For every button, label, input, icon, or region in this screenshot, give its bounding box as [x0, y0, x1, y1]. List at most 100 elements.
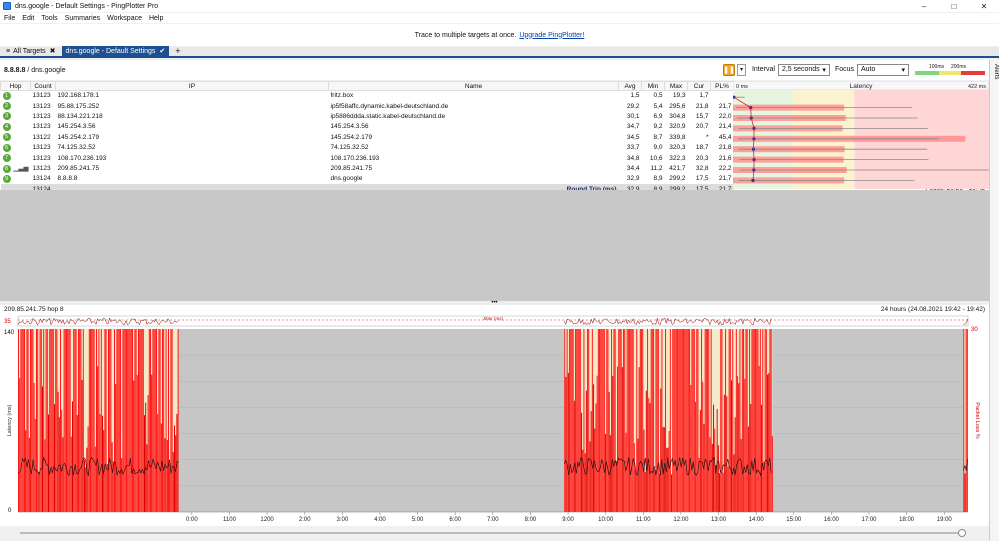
latency-column-title: Latency [850, 83, 874, 90]
loss-bar [644, 471, 646, 512]
hop-row[interactable]: 2 13123 95.88.175.252 ip5f58affc.dynamic.ka… [1, 101, 734, 111]
loss-bar [577, 329, 579, 512]
hop-cur: 20,3 [695, 154, 709, 162]
hop-count: 13123 [32, 154, 51, 162]
loss-bar [761, 404, 763, 512]
loss-bar [20, 329, 22, 512]
x-tick-label: 19:00 [937, 517, 953, 523]
hop-min: 9,0 [653, 144, 663, 152]
loss-bar [695, 401, 697, 512]
menu-edit[interactable]: Edit [22, 15, 34, 22]
loss-bar [685, 329, 687, 512]
loss-bar [121, 458, 123, 512]
loss-bar [596, 375, 598, 512]
loss-bar [726, 396, 728, 512]
col-cur[interactable]: Cur [687, 81, 711, 91]
hop-ip: 209.85.241.75 [57, 164, 100, 172]
loss-bar [68, 329, 70, 512]
hop-cur: 1,7 [699, 92, 709, 100]
minimize-icon[interactable]: – [909, 0, 939, 12]
menu-summaries[interactable]: Summaries [65, 15, 100, 22]
horizontal-scrollbar[interactable] [0, 528, 989, 538]
loss-bar [177, 329, 179, 512]
timeline-graph[interactable]: 35Jitter (ms)140030Latency (ms) Packet Lo… [0, 314, 989, 526]
graph-hop-title: 209.85.241.75 hop 8 [4, 306, 64, 313]
hop-row[interactable]: 1 13123 192.168.178.1 fritz.box 1,5 0,5 19,3 1,… [1, 91, 734, 101]
y2-axis-label: Packet Loss % [974, 402, 980, 438]
focus-select[interactable]: Auto ▾ [857, 63, 909, 76]
pl-max-label: 30 [971, 327, 978, 333]
col-count[interactable]: Count [30, 81, 56, 91]
hop-row[interactable]: 5 13122 145.254.2.179 145.254.2.179 34,5 8,7 3… [1, 132, 734, 142]
scale-bar-red [961, 70, 985, 75]
maximize-icon[interactable]: □ [939, 0, 969, 12]
close-icon[interactable]: ✕ [969, 0, 999, 12]
loss-bar [597, 329, 599, 512]
loss-bar [746, 329, 748, 512]
col-ip[interactable]: IP [55, 81, 329, 91]
hop-row[interactable]: 8 ▁▃▅ 13123 209.85.241.75 209.85.241.75 34,4 1… [1, 163, 734, 173]
alerts-sidebar[interactable]: Alerts [989, 60, 999, 540]
loss-bar [150, 329, 151, 512]
loss-bar [25, 430, 27, 512]
col-pl[interactable]: PL% [710, 81, 734, 91]
loss-bar [572, 329, 574, 512]
hop-min: 10,6 [649, 154, 663, 162]
hop-count: 13123 [32, 102, 51, 110]
hop-row[interactable]: 7 13123 108.170.236.193 108.170.236.193 34,8… [1, 153, 734, 163]
interval-select[interactable]: 2,5 seconds ▾ [777, 63, 830, 76]
loss-bar [172, 452, 174, 512]
menu-file[interactable]: File [4, 15, 15, 22]
loss-bar [707, 329, 709, 512]
add-tab-button[interactable]: + [171, 46, 184, 56]
loss-bar [729, 329, 731, 512]
col-max[interactable]: Max [664, 81, 688, 91]
loss-bar [584, 453, 586, 512]
loss-bar [667, 447, 669, 512]
hop-cur: * [705, 133, 709, 141]
loss-bar [80, 329, 82, 512]
loss-bar [169, 462, 171, 512]
menu-workspace[interactable]: Workspace [107, 15, 142, 22]
hop-pl: 21,4 [718, 123, 732, 131]
loss-bar [132, 329, 133, 512]
menu-help[interactable]: Help [149, 15, 163, 22]
tab-label: dns.google - Default Settings [65, 47, 156, 55]
loss-bar [28, 437, 30, 512]
tab-dns-google[interactable]: dns.google - Default Settings ✔ [61, 46, 170, 56]
hop-row[interactable]: 6 13123 74.125.32.52 74.125.32.52 33,7 9,0 320… [1, 142, 734, 152]
loss-bar [22, 329, 24, 512]
loss-bar [631, 329, 633, 512]
menu-bar: File Edit Tools Summaries Workspace Help [0, 13, 999, 23]
loss-bar [79, 329, 81, 512]
close-icon[interactable]: ✖ [50, 47, 56, 55]
loss-bar [136, 375, 138, 512]
hop-status-icon: 4 [2, 122, 11, 131]
loss-bar [651, 329, 653, 512]
col-name[interactable]: Name [328, 81, 619, 91]
hop-row[interactable]: 9 13124 8.8.8.8 dns.google 32,9 8,9 299,2 17,5 2… [1, 174, 734, 184]
tab-all-targets[interactable]: ≡ All Targets ✖ [2, 46, 60, 56]
loss-bar [100, 329, 102, 512]
hop-ip: 88.134.221.218 [57, 112, 103, 120]
col-avg[interactable]: Avg [618, 81, 642, 91]
loss-bar [38, 472, 40, 512]
col-min[interactable]: Min [641, 81, 665, 91]
scrollbar-thumb[interactable] [958, 529, 966, 537]
chevron-down-icon: ▾ [901, 66, 905, 74]
x-tick-label: 10:00 [598, 517, 614, 523]
upgrade-link[interactable]: Upgrade PingPlotter! [519, 32, 584, 39]
loss-bar [19, 378, 21, 512]
pause-button[interactable]: ❚❚ [722, 63, 735, 76]
col-hop[interactable]: Hop [0, 81, 31, 91]
loss-bar [753, 329, 755, 512]
loss-bar [672, 329, 674, 512]
pause-dropdown-button[interactable]: ▾ [736, 63, 746, 76]
loss-bar [656, 329, 658, 512]
latency-max-label: 140 [4, 330, 15, 336]
loss-bar [613, 329, 615, 512]
hop-row[interactable]: 3 13123 88.134.221.218 ip5886ddda.static.ka… [1, 111, 734, 121]
loss-bar [720, 329, 722, 512]
hop-row[interactable]: 4 13123 145.254.3.56 145.254.3.56 34,7 9,2 320… [1, 122, 734, 132]
menu-tools[interactable]: Tools [41, 15, 57, 22]
